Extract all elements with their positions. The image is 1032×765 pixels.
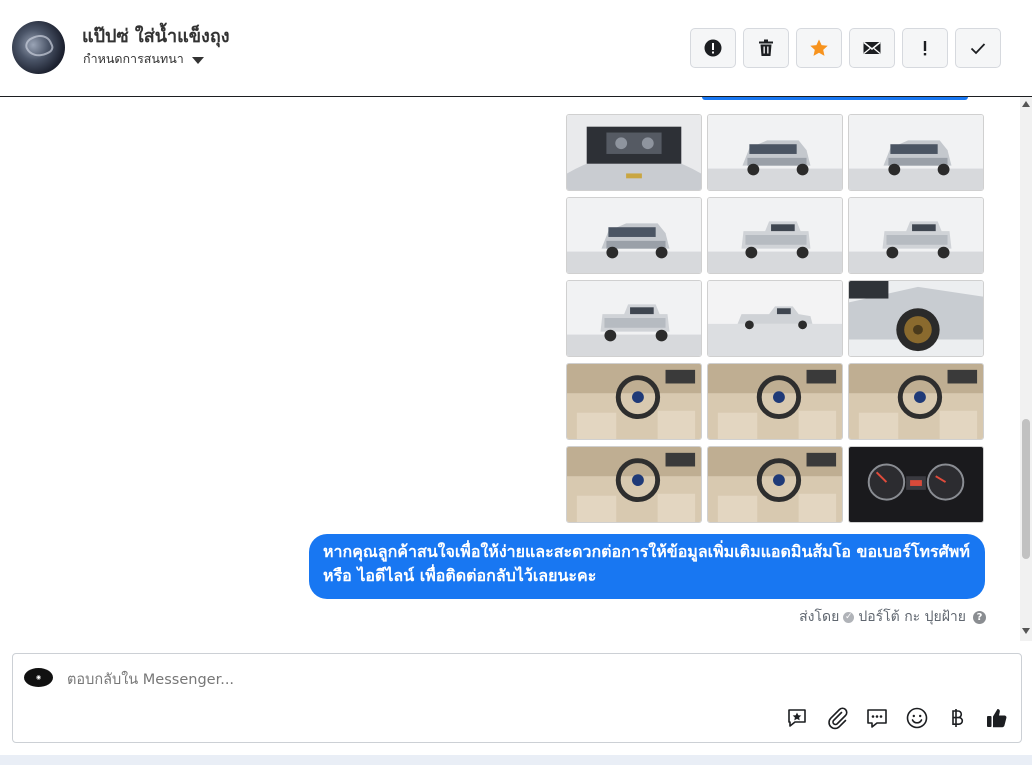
outgoing-message-bubble[interactable]: หากคุณลูกค้าสนใจเพื่อให้ง่ายและสะดวกต่อก… [309,534,985,599]
photo-attachment-left-side-front[interactable] [566,197,702,274]
car-photo-image [849,115,983,190]
car-photo-image [708,364,842,439]
car-photo-image [849,364,983,439]
sent-by-label: ส่งโดย [799,609,840,625]
baht-icon [952,709,964,727]
reply-composer: ◉ [12,653,1022,743]
saved-reply-icon [788,709,806,727]
saved-reply-button[interactable] [785,706,809,730]
mark-unread-button[interactable] [849,28,895,68]
photo-attachment-door-panel[interactable] [566,363,702,440]
photo-attachment-front-seats[interactable] [566,446,702,523]
chevron-down-icon [191,56,204,64]
photo-attachment-wheel-closeup[interactable] [848,280,984,357]
attach-file-button[interactable] [825,706,849,730]
car-photo-image [708,281,842,356]
sent-by-line: ส่งโดย ✓ ปอร์โต้ กะ ปุยฝ้าย ? [799,606,986,628]
help-icon[interactable]: ? [973,610,986,624]
photo-attachment-side-far[interactable] [707,280,843,357]
scrollbar-thumb[interactable] [1022,419,1030,559]
payment-button[interactable] [945,706,969,730]
chat-bubble-icon [867,709,887,728]
car-photo-image [708,447,842,522]
car-photo-image [708,198,842,273]
scroll-up-arrow-icon[interactable] [1022,101,1030,107]
car-photo-image [567,447,701,522]
car-photo-image [849,281,983,356]
emoji-button[interactable] [905,706,929,730]
assign-conversation-label: กำหนดการสนทนา [83,51,184,66]
alert-circle-icon [704,39,722,57]
thread-scrollbar[interactable] [1020,97,1032,641]
check-circle-icon: ✓ [843,611,855,623]
photo-attachment-rear-three-quarter[interactable] [707,197,843,274]
photo-attachment-rear[interactable] [848,197,984,274]
assign-conversation-dropdown[interactable]: กำหนดการสนทนา [83,49,204,69]
mark-done-button[interactable] [955,28,1001,68]
reply-input[interactable] [67,669,967,691]
previous-message-bubble-edge [702,97,968,100]
photo-attachments-grid [566,114,984,523]
car-photo-image [567,281,701,356]
car-photo-image [567,115,701,190]
quick-reply-button[interactable] [865,706,889,730]
composer-toolbar [785,706,1009,730]
message-thread[interactable]: หากคุณลูกค้าสนใจเพื่อให้ง่ายและสะดวกต่อก… [0,97,1032,641]
follow-up-button[interactable] [902,28,948,68]
car-photo-image [849,198,983,273]
photo-attachment-rear-left[interactable] [566,280,702,357]
mark-spam-button[interactable] [690,28,736,68]
photo-attachment-dashboard-steering[interactable] [707,363,843,440]
exclamation-icon [923,41,927,56]
car-photo-image [567,198,701,273]
car-photo-image [708,115,842,190]
photo-attachment-engine-bay[interactable] [566,114,702,191]
star-button[interactable] [796,28,842,68]
photo-attachment-front[interactable] [848,114,984,191]
photo-attachment-rear-seat[interactable] [707,446,843,523]
photo-attachment-front-three-quarter[interactable] [707,114,843,191]
page-avatar: ◉ [24,668,53,687]
like-icon [987,709,1007,728]
contact-name[interactable]: แป๊ปซ่ ใส่น้ำแข็งถุง [82,21,230,50]
envelope-icon [863,41,881,54]
conversation-header: แป๊ปซ่ ใส่น้ำแข็งถุง กำหนดการสนทนา [0,0,1032,97]
scroll-down-arrow-icon[interactable] [1022,628,1030,634]
trash-icon [759,39,773,56]
car-photo-image [567,364,701,439]
delete-button[interactable] [743,28,789,68]
sender-name: ปอร์โต้ กะ ปุยฝ้าย [858,609,966,625]
car-photo-image [849,447,983,522]
attachment-icon [828,707,848,730]
photo-attachment-steering-wheel[interactable] [848,363,984,440]
star-icon [810,39,828,56]
check-icon [970,43,986,55]
emoji-icon [906,707,928,729]
photo-attachment-gauge-cluster[interactable] [848,446,984,523]
contact-avatar[interactable] [12,21,65,74]
footer-band [0,755,1032,765]
send-like-button[interactable] [985,706,1009,730]
conversation-actions [690,28,1001,68]
